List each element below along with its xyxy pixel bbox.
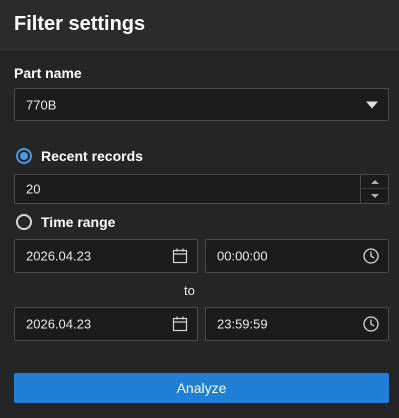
end-time-value: 23:59:59 <box>217 316 268 332</box>
end-date-value: 2026.04.23 <box>26 316 92 332</box>
quantity-stepper <box>360 175 388 203</box>
clock-icon[interactable] <box>362 247 380 265</box>
recent-records-label: Recent records <box>41 148 143 164</box>
recent-records-radio[interactable] <box>16 148 32 164</box>
panel-title: Filter settings <box>14 13 146 35</box>
stepper-down-button[interactable] <box>361 189 388 203</box>
start-time-value: 00:00:00 <box>217 248 268 264</box>
chevron-down-icon <box>366 101 378 108</box>
start-time-field[interactable]: 00:00:00 <box>205 239 389 273</box>
time-range-radio[interactable] <box>16 214 32 230</box>
part-name-select[interactable]: 770B <box>14 88 389 121</box>
end-time-field[interactable]: 23:59:59 <box>205 307 389 341</box>
range-separator: to <box>184 283 195 298</box>
caret-down-icon <box>370 194 379 198</box>
recent-records-value: 20 <box>26 181 41 197</box>
analyze-button[interactable]: Analyze <box>14 373 389 403</box>
start-date-value: 2026.04.23 <box>26 248 92 264</box>
stepper-up-button[interactable] <box>361 175 388 189</box>
calendar-icon[interactable] <box>171 247 189 265</box>
start-date-field[interactable]: 2026.04.23 <box>14 239 198 273</box>
caret-up-icon <box>370 179 379 184</box>
clock-icon[interactable] <box>362 315 380 333</box>
part-name-label: Part name <box>14 65 82 81</box>
recent-records-input[interactable]: 20 <box>14 174 389 204</box>
calendar-icon[interactable] <box>171 315 189 333</box>
part-name-value: 770B <box>26 97 57 112</box>
end-date-field[interactable]: 2026.04.23 <box>14 307 198 341</box>
panel-header: Filter settings <box>0 0 399 50</box>
time-range-label: Time range <box>41 214 116 230</box>
